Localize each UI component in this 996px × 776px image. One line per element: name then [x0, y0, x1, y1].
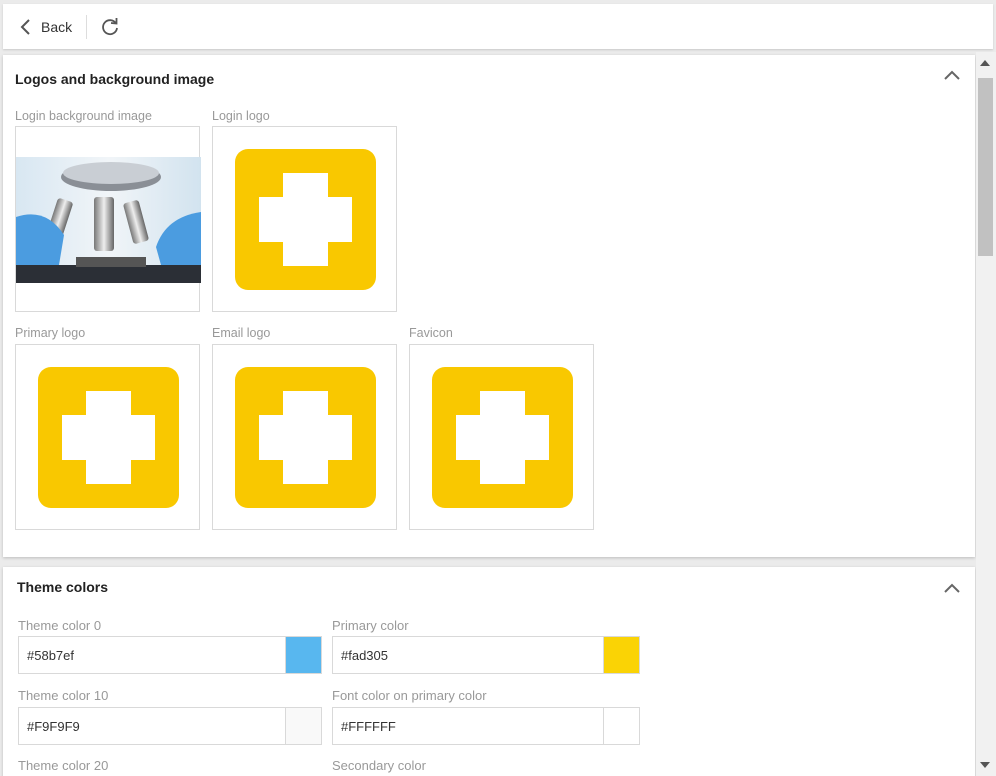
font-color-on-primary-swatch[interactable]	[603, 707, 640, 745]
refresh-button[interactable]	[99, 16, 121, 38]
chevron-up-icon	[944, 583, 960, 593]
font-color-on-primary-label: Font color on primary color	[332, 688, 487, 703]
theme-color-10-swatch[interactable]	[285, 707, 322, 745]
theme-color-10-value: #F9F9F9	[27, 718, 80, 734]
primary-color-input[interactable]: #fad305	[332, 636, 635, 674]
content-viewport: Logos and background image Login backgro…	[0, 52, 996, 776]
login-background-image-upload[interactable]	[15, 126, 201, 312]
font-color-on-primary-value: #FFFFFF	[341, 718, 396, 734]
theme-colors-title: Theme colors	[17, 579, 109, 595]
theme-color-0-value: #58b7ef	[27, 647, 74, 663]
login-logo-upload[interactable]	[212, 126, 397, 312]
scrollbar-thumb[interactable]	[978, 78, 993, 256]
primary-logo-label: Primary logo	[15, 326, 86, 340]
favicon-label: Favicon	[409, 326, 453, 340]
font-color-on-primary-input[interactable]: #FFFFFF	[332, 707, 635, 745]
primary-color-swatch[interactable]	[603, 636, 640, 674]
chevron-left-icon	[20, 18, 30, 35]
toolbar-divider	[86, 14, 88, 39]
primary-color-value: #fad305	[341, 647, 388, 663]
theme-colors-collapse-button[interactable]	[942, 580, 962, 596]
logos-collapse-button[interactable]	[942, 67, 962, 83]
back-button-label: Back	[41, 18, 73, 35]
logos-panel: Logos and background image Login backgro…	[3, 55, 975, 557]
microscope-image	[16, 157, 201, 283]
primary-color-label: Primary color	[332, 618, 409, 633]
theme-color-10-input[interactable]: #F9F9F9	[18, 707, 321, 745]
email-logo-label: Email logo	[212, 326, 271, 340]
scroll-down-arrow-icon[interactable]	[980, 762, 990, 768]
login-logo-label: Login logo	[212, 109, 270, 123]
top-toolbar: Back	[3, 4, 993, 49]
plus-logo-icon	[38, 367, 179, 508]
logos-panel-title: Logos and background image	[15, 71, 215, 87]
theme-color-0-label: Theme color 0	[18, 618, 102, 633]
theme-color-10-label: Theme color 10	[18, 688, 109, 703]
plus-logo-icon	[235, 367, 376, 508]
secondary-color-label: Secondary color	[332, 758, 426, 773]
primary-logo-upload[interactable]	[15, 344, 200, 530]
plus-logo-icon	[235, 149, 376, 290]
theme-color-0-input[interactable]: #58b7ef	[18, 636, 321, 674]
theme-color-0-swatch[interactable]	[285, 636, 322, 674]
scroll-up-arrow-icon[interactable]	[980, 60, 990, 66]
plus-logo-icon	[432, 367, 573, 508]
vertical-scrollbar[interactable]	[976, 52, 996, 776]
chevron-up-icon	[944, 70, 960, 80]
refresh-icon	[102, 17, 119, 35]
theme-color-20-label: Theme color 20	[18, 758, 109, 773]
back-button[interactable]: Back	[19, 12, 72, 42]
email-logo-upload[interactable]	[212, 344, 397, 530]
theme-colors-panel: Theme colors Theme color 0 #58b7ef Prima…	[3, 567, 975, 776]
login-background-label: Login background image	[15, 109, 152, 123]
favicon-upload[interactable]	[409, 344, 594, 530]
